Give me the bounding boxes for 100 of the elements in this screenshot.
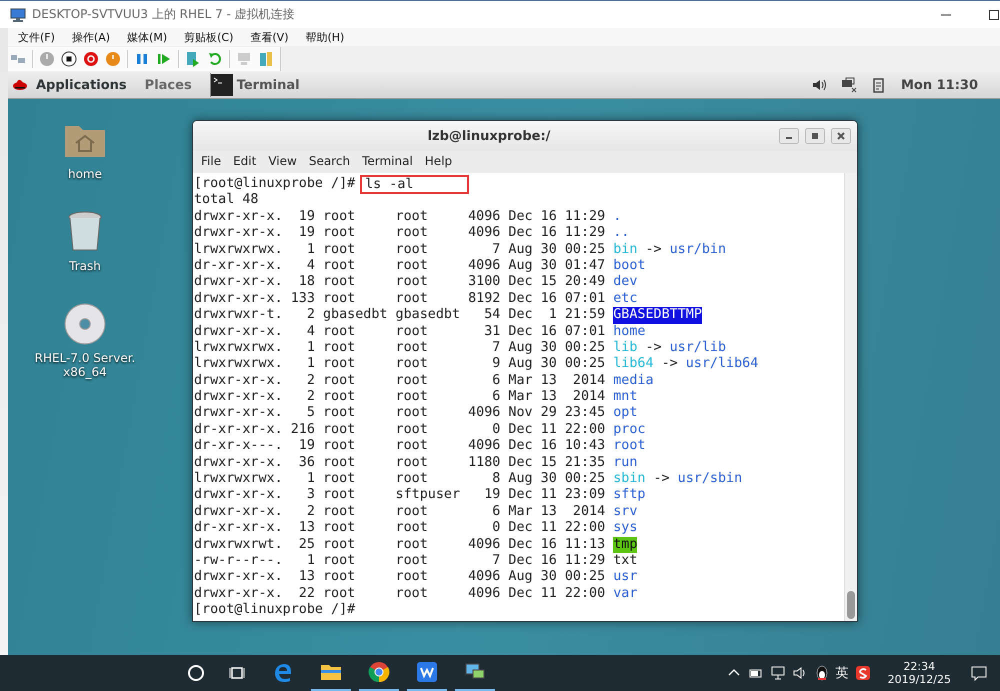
link-target: usr/bin <box>670 242 726 258</box>
file-name: var <box>613 586 638 602</box>
penguin-icon[interactable] <box>814 665 830 681</box>
file-name: boot <box>613 258 646 274</box>
prompt-text: [root@linuxprobe /]# <box>194 176 356 192</box>
file-name: lib64 <box>613 356 654 373</box>
file-info: drwxr-xr-x. 36 root root 1180 Dec 15 21:35 <box>194 454 606 472</box>
menu-item[interactable]: 查看(V) <box>250 30 296 44</box>
file-info: drwxr-xr-x. 3 root sftpuser 19 Dec 11 23:09 <box>194 487 606 504</box>
search-icon[interactable] <box>186 663 206 683</box>
notification-icon[interactable] <box>971 665 987 681</box>
file-info: drwxr-xr-x. 22 root root 4096 Dec 11 22:00 <box>194 586 606 602</box>
file-info: drwxrwxrwt. 25 root root 4096 Dec 16 11:13 <box>194 536 606 553</box>
link-target: usr/sbin <box>678 471 742 488</box>
file-name: sbin <box>613 471 646 488</box>
file-name: . <box>613 208 622 226</box>
file-name: run <box>613 454 638 472</box>
file-info: dr-xr-xr-x. 216 root root 0 Dec 11 22:00 <box>194 422 606 438</box>
file-info: drwxr-xr-x. 13 root root 4096 Aug 30 00:25 <box>194 569 606 586</box>
menu-item[interactable]: 媒体(M) <box>127 30 176 44</box>
pause-icon[interactable] <box>134 51 150 67</box>
taskbar-time[interactable]: 22:34 <box>903 660 936 673</box>
minimize-icon[interactable] <box>779 128 800 144</box>
link-arrow: -> <box>654 471 670 488</box>
dvd-icon[interactable] <box>64 303 106 345</box>
menu-item[interactable]: Help <box>424 154 452 168</box>
file-info: drwxr-xr-x. 18 root root 3100 Dec 15 20:49 <box>194 274 606 291</box>
menu-item[interactable]: 帮助(H) <box>305 30 352 44</box>
menu-item[interactable]: Terminal <box>362 154 413 168</box>
input-language[interactable]: 英 <box>836 664 849 682</box>
output-line: total 48 <box>194 192 258 209</box>
input-method-icon[interactable] <box>854 665 871 681</box>
desktop-icon-label: RHEL-7.0 Server. x86_64 <box>34 351 136 379</box>
file-info: drwxr-xr-x. 19 root root 4096 Dec 16 11:29 <box>194 225 606 242</box>
document-app-icon <box>416 661 438 683</box>
revert-icon[interactable] <box>207 51 223 67</box>
file-name: sys <box>613 520 638 537</box>
menu-item[interactable]: 操作(A) <box>72 30 118 44</box>
file-name: home <box>613 324 646 340</box>
close-icon[interactable] <box>831 128 852 144</box>
file-info: drwxr-xr-x. 19 root root 4096 Dec 16 11:29 <box>194 208 606 226</box>
clock[interactable]: Mon 11:30 <box>900 78 978 92</box>
prompt-text: [root@linuxprobe /]# <box>194 602 356 619</box>
file-name: sftp <box>613 487 646 504</box>
file-info: drwxr-xr-x. 5 root root 4096 Nov 29 23:45 <box>194 405 606 422</box>
file-info: -rw-r--r--. 1 root root 7 Dec 16 11:29 <box>194 552 606 570</box>
monitor-icon <box>10 6 26 22</box>
checkpoint-icon[interactable] <box>185 51 201 67</box>
stop-icon[interactable] <box>61 51 77 67</box>
window-title: DESKTOP-SVTVUU3 上的 RHEL 7 - 虚拟机连接 <box>32 6 295 23</box>
file-name: .. <box>613 225 630 242</box>
link-arrow: -> <box>662 356 678 373</box>
file-name: media <box>613 372 654 390</box>
network-icon[interactable] <box>840 77 857 93</box>
file-name: usr <box>613 569 638 586</box>
clipboard-icon[interactable] <box>870 77 887 93</box>
menu-item[interactable]: Search <box>308 154 350 168</box>
file-name: root <box>613 438 646 455</box>
file-info: drwxr-xr-x. 133 root root 8192 Dec 16 07:01 <box>194 290 606 308</box>
redhat-icon[interactable] <box>12 77 28 93</box>
link-target: usr/lib <box>670 340 726 356</box>
menu-item[interactable]: File <box>201 154 222 168</box>
file-name: GBASEDBTTMP <box>613 307 702 324</box>
file-info: drwxr-xr-x. 2 root root 6 Mar 13 2014 <box>194 389 606 406</box>
menu-item[interactable]: 剪贴板(C) <box>184 30 242 44</box>
play-icon[interactable] <box>156 51 172 67</box>
chrome-icon <box>368 661 390 683</box>
menu-item[interactable]: Edit <box>233 154 256 168</box>
applications-menu[interactable]: Applications <box>36 78 127 92</box>
file-name: mnt <box>613 389 638 406</box>
maximize-icon[interactable] <box>805 128 826 144</box>
link-target: usr/lib64 <box>686 356 758 373</box>
file-info: drwxr-xr-x. 2 root root 6 Mar 13 2014 <box>194 504 606 520</box>
link-arrow: -> <box>645 340 662 356</box>
desktop-icon-label: Trash <box>68 259 102 273</box>
places-menu[interactable]: Places <box>144 78 192 92</box>
shutdown-icon[interactable] <box>83 51 99 67</box>
file-name: txt <box>613 552 638 570</box>
file-name: opt <box>613 405 638 422</box>
file-info: dr-xr-x---. 19 root root 4096 Dec 16 10:43 <box>194 438 606 455</box>
menu-item[interactable]: 文件(F) <box>18 30 63 44</box>
volume-icon[interactable] <box>810 77 827 93</box>
taskbar-date[interactable]: 2019/12/25 <box>888 673 951 686</box>
desktop-icon-label: home <box>66 167 104 181</box>
maximize-icon[interactable] <box>988 8 1000 20</box>
scrollbar[interactable] <box>844 173 857 621</box>
terminal-icon <box>210 74 233 96</box>
network-icon[interactable] <box>770 665 786 681</box>
edge-e-icon <box>272 661 294 683</box>
file-info: lrwxrwxrwx. 1 root root 7 Aug 30 00:25 <box>194 242 606 258</box>
file-info: drwxr-xr-x. 4 root root 31 Dec 16 07:01 <box>194 324 606 340</box>
menu-item[interactable]: View <box>268 154 297 168</box>
file-name: tmp <box>613 536 638 553</box>
file-info: lrwxrwxrwx. 1 root root 9 Aug 30 00:25 <box>194 356 606 373</box>
file-info: lrwxrwxrwx. 1 root root 7 Aug 30 00:25 <box>194 340 606 356</box>
terminal-task-button[interactable]: Terminal <box>210 73 300 97</box>
file-info: drwxr-xr-x. 2 root root 6 Mar 13 2014 <box>194 372 606 390</box>
terminal-title: lzb@linuxprobe:/ <box>428 128 550 144</box>
file-info: lrwxrwxrwx. 1 root root 8 Aug 30 00:25 <box>194 471 606 488</box>
file-name: proc <box>613 422 646 438</box>
